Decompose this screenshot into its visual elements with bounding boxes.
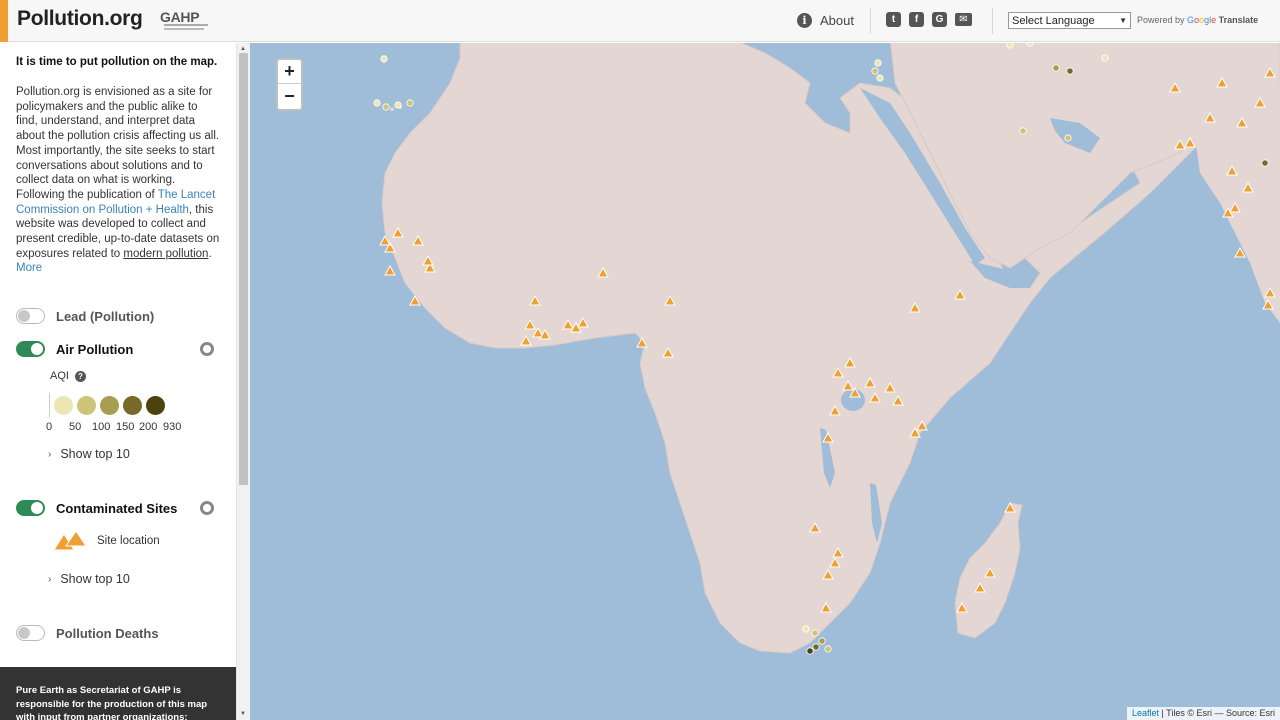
zoom-out-button[interactable]: − [278, 84, 301, 108]
air-quality-station-marker[interactable] [871, 67, 879, 75]
air-quality-station-marker[interactable] [874, 59, 882, 67]
air-quality-station-marker[interactable] [1019, 127, 1027, 135]
air-quality-station-marker[interactable] [876, 74, 884, 82]
site-location-marker[interactable] [384, 264, 396, 276]
layer-label: Contaminated Sites [56, 500, 178, 516]
contaminated-sites-layer-toggle[interactable] [16, 500, 45, 516]
top-header: Pollution.org GAHP i About t f G ✉ Selec… [0, 0, 1280, 42]
layer-row-pollution-deaths: Pollution Deaths [16, 624, 159, 642]
more-link[interactable]: More [16, 262, 42, 274]
map-view[interactable]: + − Leaflet | Tiles © Esri — Source: Esr… [250, 43, 1280, 720]
about-link[interactable]: i About [797, 11, 854, 29]
zoom-in-button[interactable]: + [278, 60, 301, 84]
layer-row-lead: Lead (Pollution) [16, 307, 154, 325]
intro-text: Pollution.org is envisioned as a site fo… [16, 86, 220, 275]
powered-by-google-translate[interactable]: Powered by Google Translate [1137, 15, 1258, 25]
aqi-legend-label: AQI ? [50, 370, 86, 382]
question-icon[interactable]: ? [74, 370, 86, 382]
divider [870, 8, 871, 34]
gear-icon[interactable] [200, 501, 214, 515]
air-quality-station-marker[interactable] [818, 637, 826, 645]
pollution-deaths-layer-toggle[interactable] [16, 625, 45, 641]
air-quality-station-marker[interactable] [802, 625, 810, 633]
chevron-right-icon: › [48, 448, 52, 460]
intro-title: It is time to put pollution on the map. [16, 56, 218, 68]
air-quality-station-marker[interactable] [1066, 67, 1074, 75]
footer-text: Pure Earth as Secretariat of GAHP is res… [16, 685, 208, 720]
aqi-swatch [146, 395, 165, 415]
language-select[interactable]: Select Language ▼ [1008, 12, 1131, 29]
about-label: About [820, 12, 854, 28]
leaflet-link[interactable]: Leaflet [1132, 708, 1159, 718]
scrollbar-thumb[interactable] [239, 53, 248, 485]
scroll-down-icon[interactable]: ▼ [240, 711, 246, 717]
divider [992, 8, 993, 34]
sidebar-footer: Pure Earth as Secretariat of GAHP is res… [0, 667, 236, 720]
air-quality-station-marker[interactable] [812, 643, 820, 651]
social-links: t f G ✉ [886, 12, 972, 30]
air-quality-station-marker[interactable] [811, 629, 819, 637]
layer-label: Pollution Deaths [56, 625, 159, 641]
scroll-up-icon[interactable]: ▲ [240, 46, 246, 52]
email-icon[interactable]: ✉ [955, 13, 972, 26]
layer-row-air-pollution: Air Pollution [16, 340, 133, 358]
air-quality-station-marker[interactable] [806, 647, 814, 655]
air-quality-station-marker[interactable] [1064, 134, 1072, 142]
aqi-color-scale [49, 393, 169, 417]
chevron-down-icon: ▼ [1119, 16, 1127, 25]
aqi-swatch [77, 395, 96, 415]
map-canvas [373, 43, 1280, 655]
air-quality-station-marker[interactable] [394, 101, 402, 109]
air-quality-station-marker[interactable] [1026, 43, 1034, 47]
map-attribution: Leaflet | Tiles © Esri — Source: Esri [1126, 707, 1280, 720]
show-top-10-air-pollution[interactable]: › Show top 10 [48, 447, 130, 461]
air-quality-station-marker[interactable] [380, 55, 388, 63]
site-location-icon [53, 530, 87, 551]
google-plus-icon[interactable]: G [932, 12, 947, 27]
twitter-icon[interactable]: t [886, 12, 901, 27]
layer-row-contaminated-sites: Contaminated Sites [16, 499, 177, 517]
air-quality-station-marker[interactable] [382, 103, 390, 111]
gahp-logo[interactable]: GAHP [160, 9, 208, 33]
air-quality-station-marker[interactable] [406, 99, 414, 107]
sidebar: It is time to put pollution on the map. … [0, 43, 236, 720]
air-quality-station-marker[interactable] [373, 99, 381, 107]
layer-label: Lead (Pollution) [56, 308, 155, 324]
air-quality-station-marker[interactable] [1006, 43, 1014, 49]
show-top-10-contaminated-sites[interactable]: › Show top 10 [48, 572, 130, 586]
accent-bar [0, 0, 8, 42]
air-quality-station-marker[interactable] [1101, 54, 1109, 62]
aqi-swatch [54, 395, 73, 415]
site-location-legend: Site location [52, 530, 160, 552]
modern-pollution-link[interactable]: modern pollution [123, 248, 208, 260]
chevron-right-icon: › [48, 573, 52, 585]
facebook-icon[interactable]: f [909, 12, 924, 27]
air-pollution-layer-toggle[interactable] [16, 341, 45, 357]
sidebar-scrollbar[interactable]: ▲ ▼ [236, 43, 250, 720]
gear-icon[interactable] [200, 342, 214, 356]
zoom-control: + − [276, 58, 303, 111]
lead-layer-toggle[interactable] [16, 308, 45, 324]
air-quality-station-marker[interactable] [824, 645, 832, 653]
air-quality-station-marker[interactable] [1052, 64, 1060, 72]
layer-label: Air Pollution [56, 341, 134, 357]
google-logo: Google [1187, 15, 1217, 25]
aqi-swatch [123, 395, 142, 415]
site-brand[interactable]: Pollution.org [17, 7, 143, 31]
aqi-swatch [100, 395, 119, 415]
info-circle-icon: i [797, 12, 812, 28]
aqi-tick-labels: 0 50 100 150 200 930 [46, 421, 182, 433]
air-quality-station-marker[interactable] [1261, 159, 1269, 167]
